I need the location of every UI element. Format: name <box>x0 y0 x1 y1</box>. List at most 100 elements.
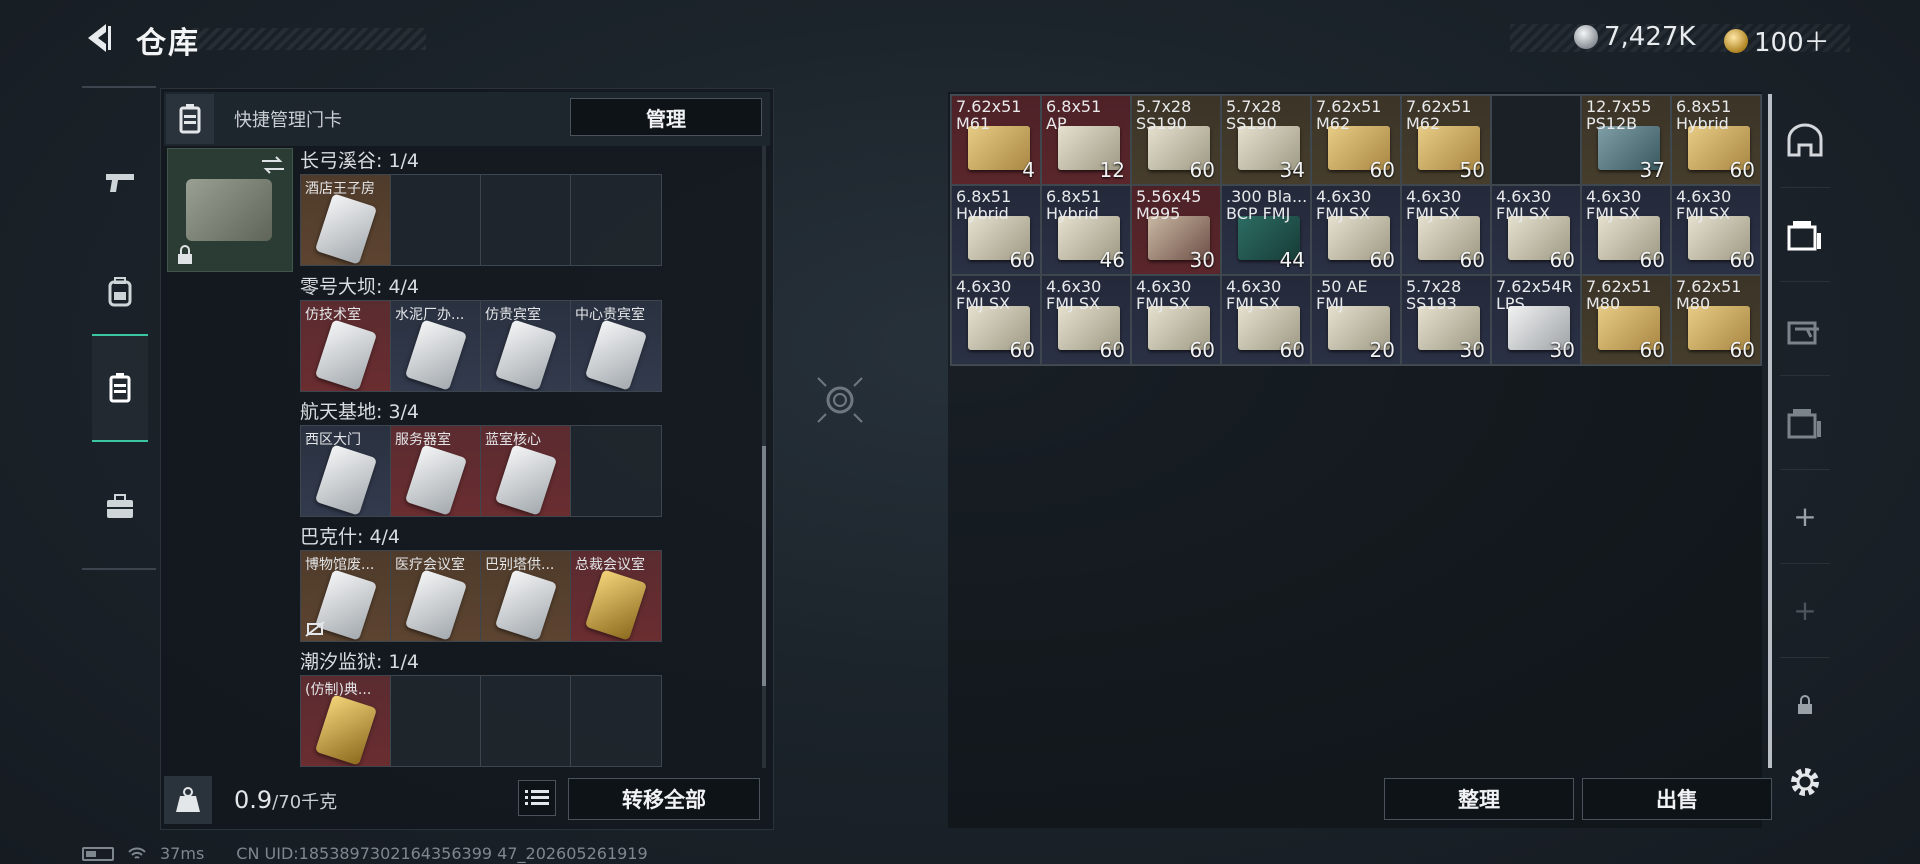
ammo-item[interactable]: 5.7x28 SS190 34 <box>1221 95 1311 185</box>
nav-equipment[interactable] <box>92 238 148 346</box>
keycard-slot[interactable]: 蓝室核心 <box>481 426 571 516</box>
storage-scrollbar[interactable] <box>1768 94 1772 768</box>
silver-coin-icon <box>1574 25 1598 49</box>
keycard-slot[interactable]: 服务器室 <box>391 426 481 516</box>
gold-coin-icon <box>1724 28 1748 53</box>
empty-storage-slot[interactable] <box>1491 95 1581 185</box>
ammo-item[interactable]: 4.6x30 FMJ SX 60 <box>1131 275 1221 365</box>
ammo-quantity: 60 <box>1549 248 1575 272</box>
ammo-item[interactable]: 7.62x51 M62 50 <box>1401 95 1491 185</box>
keycard-scrollbar[interactable] <box>762 146 766 768</box>
ammo-item[interactable]: 4.6x30 FMJ SX 60 <box>1221 275 1311 365</box>
nav-storage-2[interactable] <box>1780 282 1830 376</box>
crate-icon <box>1787 220 1821 250</box>
ammo-item[interactable]: .300 Bla... BCP FMJ 44 <box>1221 185 1311 275</box>
ammo-item[interactable]: 4.6x30 FMJ SX 60 <box>1491 185 1581 275</box>
ammo-name: 6.8x51 AP <box>1046 97 1102 133</box>
ammo-item[interactable]: 7.62x51 M61 4 <box>951 95 1041 185</box>
ammo-name: .300 Bla... BCP FMJ <box>1226 187 1308 223</box>
swap-icon[interactable] <box>260 155 286 175</box>
plus-icon: + <box>1793 500 1817 533</box>
empty-keycard-slot[interactable] <box>481 175 571 265</box>
ammo-item[interactable]: 4.6x30 FMJ SX 60 <box>1401 185 1491 275</box>
ammo-item[interactable]: 4.6x30 FMJ SX 60 <box>1671 185 1761 275</box>
ammo-name: 6.8x51 Hybrid <box>1046 187 1102 223</box>
wifi-icon <box>128 847 146 859</box>
ammo-item[interactable]: 5.56x45 M995 30 <box>1131 185 1221 275</box>
no-map-badge-icon <box>305 621 325 637</box>
nav-cases[interactable] <box>92 452 148 560</box>
weight-current: 0.9 <box>234 786 273 814</box>
ammo-item[interactable]: 7.62x54R LPS 30 <box>1491 275 1581 365</box>
ammo-item[interactable]: 6.8x51 Hybrid 60 <box>1671 95 1761 185</box>
bunker-icon <box>1787 123 1823 156</box>
keycard-slot[interactable]: 仿技术室 <box>301 301 391 391</box>
weight-readout: 0.9/70千克 <box>234 786 337 814</box>
ammo-name: 5.7x28 SS190 <box>1136 97 1192 133</box>
status-bar: 37ms CN UID:1853897302164356399 47_20260… <box>82 844 648 863</box>
nav-weapons[interactable] <box>92 128 148 236</box>
keycard-holder-slot[interactable] <box>167 148 293 272</box>
ammo-item[interactable]: 7.62x51 M80 60 <box>1671 275 1761 365</box>
empty-keycard-slot[interactable] <box>571 175 661 265</box>
keycard-slot[interactable]: (仿制)典... <box>301 676 391 766</box>
ammo-item[interactable]: 5.7x28 SS190 60 <box>1131 95 1221 185</box>
keycard-slot[interactable]: 中心贵宾室 <box>571 301 661 391</box>
keycard-slot[interactable]: 医疗会议室 <box>391 551 481 641</box>
weapon-crate-icon <box>1787 321 1819 344</box>
keycard-slot[interactable]: 酒店王子房 <box>301 175 391 265</box>
ammo-name: 4.6x30 FMJ SX <box>1136 277 1192 313</box>
sort-button[interactable]: 整理 <box>1384 778 1574 820</box>
ammo-quantity: 60 <box>1009 248 1035 272</box>
transfer-all-button[interactable]: 转移全部 <box>568 778 760 820</box>
ammo-quantity: 30 <box>1549 338 1575 362</box>
nav-keycards[interactable] <box>92 334 148 442</box>
ammo-quantity: 60 <box>1639 338 1665 362</box>
sell-button[interactable]: 出售 <box>1582 778 1772 820</box>
weight-icon <box>176 787 200 812</box>
keycard-slot[interactable]: 总裁会议室 <box>571 551 661 641</box>
locked-storage-slot <box>1780 658 1830 752</box>
ammo-item[interactable]: 4.6x30 FMJ SX 60 <box>1041 275 1131 365</box>
add-storage-button[interactable]: + <box>1780 470 1830 564</box>
ammo-item[interactable]: 6.8x51 Hybrid 46 <box>1041 185 1131 275</box>
ammo-name: 7.62x51 M80 <box>1586 277 1652 313</box>
ammo-item[interactable]: 4.6x30 FMJ SX 60 <box>951 275 1041 365</box>
keycard-slot[interactable]: 水泥厂办... <box>391 301 481 391</box>
empty-keycard-slot[interactable] <box>481 676 571 766</box>
lock-icon <box>178 245 192 264</box>
pistol-icon <box>106 174 134 192</box>
empty-keycard-slot[interactable] <box>571 426 661 516</box>
ammo-item[interactable]: 4.6x30 FMJ SX 60 <box>1581 185 1671 275</box>
keycard-slot[interactable]: 博物馆废... <box>301 551 391 641</box>
gear-icon[interactable] <box>1785 762 1825 802</box>
nav-storage-home[interactable] <box>1780 94 1830 188</box>
ammo-item[interactable]: 7.62x51 M62 60 <box>1311 95 1401 185</box>
keycard-slot[interactable]: 西区大门 <box>301 426 391 516</box>
ammo-name: 4.6x30 FMJ SX <box>1586 187 1642 223</box>
keycard-slot[interactable]: 仿贵宾室 <box>481 301 571 391</box>
ammo-quantity: 50 <box>1459 158 1485 182</box>
ammo-quantity: 60 <box>1729 248 1755 272</box>
ammo-item[interactable]: 6.8x51 AP 12 <box>1041 95 1131 185</box>
empty-keycard-slot[interactable] <box>391 175 481 265</box>
manage-button[interactable]: 管理 <box>570 98 762 136</box>
empty-keycard-slot[interactable] <box>391 676 481 766</box>
ammo-quantity: 60 <box>1279 338 1305 362</box>
ammo-item[interactable]: 4.6x30 FMJ SX 60 <box>1311 185 1401 275</box>
ammo-item[interactable]: 6.8x51 Hybrid 60 <box>951 185 1041 275</box>
ammo-item[interactable]: 7.62x51 M80 60 <box>1581 275 1671 365</box>
list-view-button[interactable] <box>518 780 556 816</box>
ammo-item[interactable]: 12.7x55 PS12B 37 <box>1581 95 1671 185</box>
nav-storage-3[interactable] <box>1780 376 1830 470</box>
empty-keycard-slot[interactable] <box>571 676 661 766</box>
back-arrow-icon[interactable] <box>80 20 116 56</box>
keycard-grid: 博物馆废... 医疗会议室 巴别塔供... 总裁会议室 <box>300 550 662 642</box>
nav-storage-1[interactable] <box>1780 188 1830 282</box>
ammo-item[interactable]: .50 AE FMJ 20 <box>1311 275 1401 365</box>
keycard-slot[interactable]: 巴别塔供... <box>481 551 571 641</box>
ammo-item[interactable]: 5.7x28 SS193 30 <box>1401 275 1491 365</box>
plus-icon: + <box>1793 594 1817 627</box>
gold-currency[interactable]: 100＋ <box>1724 22 1830 59</box>
group-title: 航天基地: 3/4 <box>300 401 420 423</box>
